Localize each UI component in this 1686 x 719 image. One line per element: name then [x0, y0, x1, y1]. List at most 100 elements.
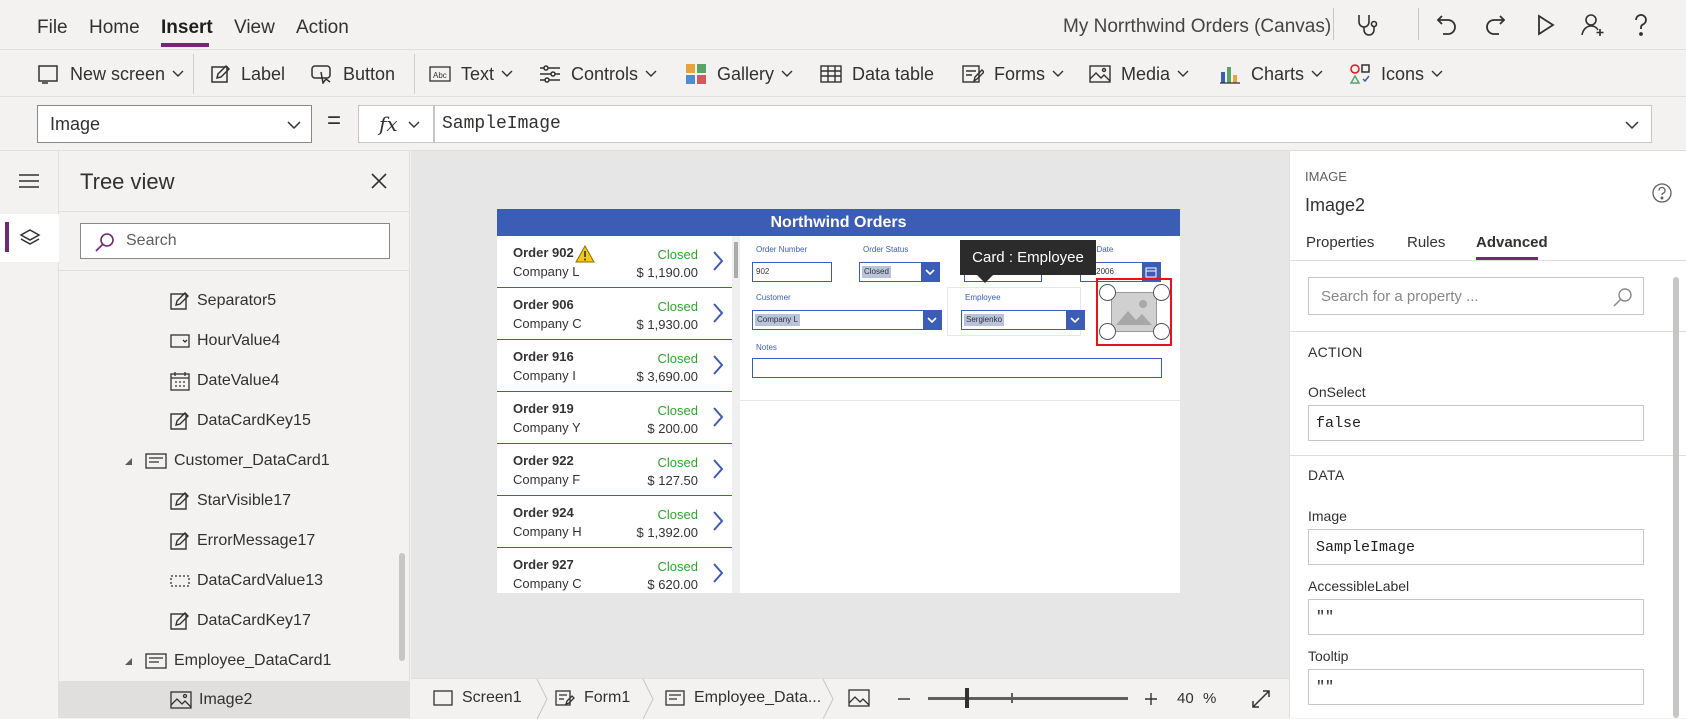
stethoscope-icon[interactable]	[1354, 12, 1380, 38]
order-number-input[interactable]: 902	[752, 262, 832, 282]
button-button[interactable]: Button	[311, 60, 395, 88]
property-search-input[interactable]: Search for a property ...	[1308, 277, 1644, 315]
order-status-dropdown[interactable]: Closed	[859, 262, 940, 282]
new-screen-button[interactable]: New screen	[38, 60, 184, 88]
chevron-down-icon	[408, 121, 420, 129]
collapse-triangle-icon[interactable]	[124, 457, 133, 466]
menu-action[interactable]: Action	[296, 17, 349, 39]
customer-label: Customer	[756, 293, 791, 302]
app-header: Northwind Orders	[497, 209, 1180, 236]
tree-item-datevalue4[interactable]: DateValue4	[59, 361, 410, 401]
media-menu[interactable]: Media	[1089, 60, 1189, 88]
order-list-item[interactable]: Order 916 Company I Closed $ 3,690.00	[497, 340, 732, 392]
resize-handle[interactable]	[1153, 323, 1170, 340]
order-list-scrollbar[interactable]	[732, 236, 740, 593]
tree-item-starvisible17[interactable]: StarVisible17	[59, 481, 410, 521]
selected-image-control[interactable]	[1096, 278, 1172, 346]
tree-item-image2[interactable]: Image2	[59, 681, 410, 718]
tab-properties[interactable]: Properties	[1306, 234, 1374, 251]
tree-item-customer-datacard1[interactable]: Customer_DataCard1	[59, 441, 410, 481]
chevron-right-icon[interactable]	[712, 510, 724, 532]
breadcrumb-image[interactable]	[848, 689, 879, 707]
close-icon[interactable]	[371, 173, 387, 189]
onselect-input[interactable]: false	[1308, 405, 1644, 441]
notes-input[interactable]	[752, 358, 1162, 378]
breadcrumb-form1[interactable]: Form1	[555, 689, 630, 707]
data-table-button[interactable]: Data table	[820, 60, 934, 88]
icons-menu[interactable]: Icons	[1349, 60, 1443, 88]
order-list-item[interactable]: Order 906 Company C Closed $ 1,930.00	[497, 288, 732, 340]
breadcrumb-employee-datacard[interactable]: Employee_Data...	[665, 689, 821, 707]
charts-menu[interactable]: Charts	[1219, 60, 1323, 88]
tree-item-hourvalue4[interactable]: HourValue4	[59, 321, 410, 361]
chevron-right-icon[interactable]	[712, 406, 724, 428]
chevron-right-icon[interactable]	[712, 458, 724, 480]
zoom-out-button[interactable]	[897, 689, 911, 709]
play-icon[interactable]	[1532, 12, 1558, 38]
fit-to-window-icon[interactable]	[1251, 689, 1271, 709]
property-selector[interactable]: Image	[37, 105, 312, 143]
properties-scrollbar[interactable]	[1673, 277, 1679, 718]
menu-home[interactable]: Home	[89, 17, 140, 39]
collapse-triangle-icon[interactable]	[124, 657, 133, 666]
employee-dropdown[interactable]: Sergienko	[961, 310, 1085, 330]
breadcrumb-screen1[interactable]: Screen1	[433, 689, 522, 707]
fx-button[interactable]: fx	[358, 105, 434, 143]
scrollbar-thumb[interactable]	[734, 242, 738, 278]
help-icon[interactable]	[1628, 12, 1654, 38]
label-button[interactable]: Label	[211, 60, 285, 88]
accessible-label-input[interactable]: ""	[1308, 599, 1644, 635]
chevron-right-icon[interactable]	[712, 354, 724, 376]
formula-input[interactable]: SampleImage	[434, 105, 1652, 143]
chevron-right-icon[interactable]	[712, 250, 724, 272]
forms-menu[interactable]: Forms	[962, 60, 1064, 88]
zoom-slider-thumb[interactable]	[965, 688, 969, 708]
divider	[1418, 8, 1419, 40]
order-list-item[interactable]: Order 924 Company H Closed $ 1,392.00	[497, 496, 732, 548]
gallery-menu[interactable]: Gallery	[685, 60, 793, 88]
text-menu[interactable]: Abc Text	[429, 60, 513, 88]
control-name[interactable]: Image2	[1305, 195, 1365, 216]
hamburger-menu-icon[interactable]	[18, 173, 40, 189]
chevron-down-icon	[921, 263, 939, 281]
tree-item-employee-datacard1[interactable]: Employee_DataCard1	[59, 641, 410, 681]
menu-file[interactable]: File	[37, 17, 68, 39]
menu-insert[interactable]: Insert	[161, 17, 213, 39]
order-list-item[interactable]: Order 919 Company Y Closed $ 200.00	[497, 392, 732, 444]
chevron-down-icon[interactable]	[1625, 121, 1639, 130]
image-property-input[interactable]: SampleImage	[1308, 529, 1644, 565]
resize-handle[interactable]	[1099, 323, 1116, 340]
order-list-item[interactable]: Order 922 Company F Closed $ 127.50	[497, 444, 732, 496]
tab-advanced[interactable]: Advanced	[1476, 234, 1548, 251]
resize-handle[interactable]	[1153, 284, 1170, 301]
property-search-placeholder: Search for a property ...	[1321, 288, 1479, 305]
customer-dropdown[interactable]: Company L	[752, 310, 942, 330]
help-icon[interactable]	[1652, 183, 1672, 203]
undo-icon[interactable]	[1434, 12, 1460, 38]
order-company: Company I	[513, 368, 576, 383]
tree-item-label: StarVisible17	[197, 492, 291, 509]
tree-view-rail-button[interactable]	[0, 214, 59, 262]
textbox-icon	[170, 574, 190, 588]
controls-menu[interactable]: Controls	[539, 60, 657, 88]
tab-rules[interactable]: Rules	[1407, 234, 1445, 251]
zoom-in-button[interactable]	[1144, 689, 1158, 709]
order-list-item[interactable]: Order 902 Company L Closed $ 1,190.00	[497, 236, 732, 288]
tooltip-input[interactable]: ""	[1308, 669, 1644, 705]
chevron-right-icon[interactable]	[712, 302, 724, 324]
tree-search-input[interactable]: Search	[80, 223, 390, 259]
edit-icon	[170, 531, 190, 551]
redo-icon[interactable]	[1482, 12, 1508, 38]
add-user-icon[interactable]	[1580, 12, 1606, 38]
tree-item-datacardkey15[interactable]: DataCardKey15	[59, 401, 410, 441]
zoom-slider-track[interactable]	[928, 697, 1128, 700]
order-list-item[interactable]: Order 927 Company C Closed $ 620.00	[497, 548, 732, 593]
tree-item-datacardkey17[interactable]: DataCardKey17	[59, 601, 410, 641]
chevron-right-icon[interactable]	[712, 562, 724, 584]
tree-scrollbar[interactable]	[399, 553, 405, 661]
tree-item-errormessage17[interactable]: ErrorMessage17	[59, 521, 410, 561]
tree-item-datacardvalue13[interactable]: DataCardValue13	[59, 561, 410, 601]
menu-view[interactable]: View	[234, 17, 275, 39]
tree-item-separator5[interactable]: Separator5	[59, 281, 410, 321]
resize-handle[interactable]	[1099, 284, 1116, 301]
